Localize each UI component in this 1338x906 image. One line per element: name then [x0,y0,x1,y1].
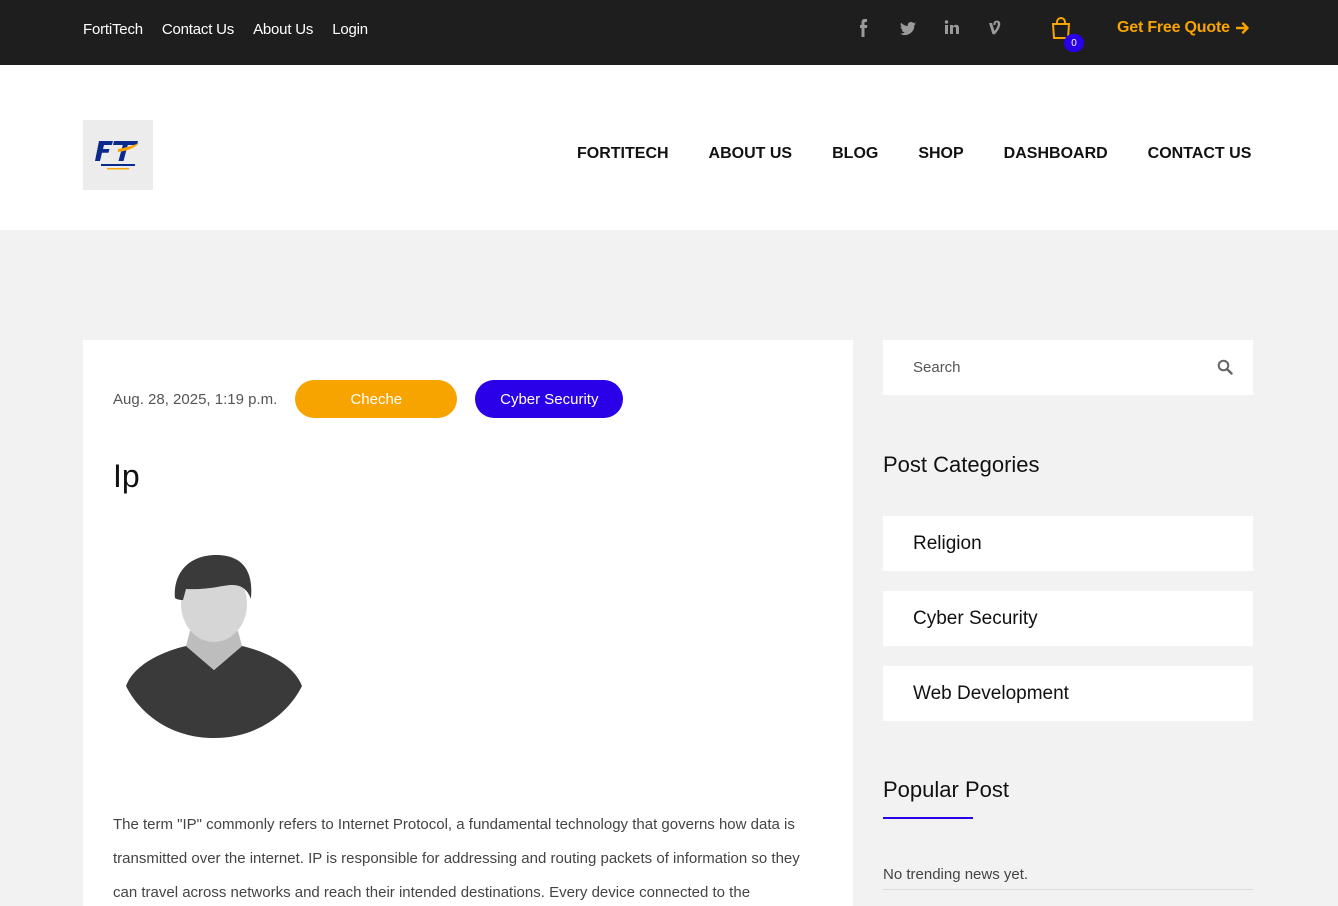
vine-icon[interactable] [987,18,1005,38]
search-input[interactable] [913,359,1203,376]
top-link-fortitech[interactable]: FortiTech [83,21,143,38]
divider [883,889,1253,890]
arrow-right-icon [1235,21,1250,35]
category-item-cyber-security[interactable]: Cyber Security [883,591,1253,646]
nav-fortitech[interactable]: FORTITECH [577,145,669,163]
site-header: FORTITECH ABOUT US BLOG SHOP DASHBOARD C… [0,65,1338,230]
cart-count-badge: 0 [1064,34,1084,52]
avatar-silhouette-icon [126,555,302,738]
post-meta: Aug. 28, 2025, 1:19 p.m. Cheche Cyber Se… [113,380,624,418]
post-card: Aug. 28, 2025, 1:19 p.m. Cheche Cyber Se… [83,340,853,906]
facebook-icon[interactable] [855,18,873,38]
main-nav: FORTITECH ABOUT US BLOG SHOP DASHBOARD C… [577,145,1251,163]
top-link-about-us[interactable]: About Us [253,21,313,38]
top-link-login[interactable]: Login [332,21,368,38]
nav-about-us[interactable]: ABOUT US [709,145,793,163]
linkedin-icon[interactable] [943,18,961,38]
search-icon[interactable] [1217,359,1233,375]
no-trending-text: No trending news yet. [883,866,1029,883]
logo-mark [95,141,139,170]
site-logo[interactable] [83,120,153,190]
popular-post-heading: Popular Post [883,777,1009,802]
category-item-religion[interactable]: Religion [883,516,1253,571]
category-tag[interactable]: Cyber Security [475,380,624,418]
nav-blog[interactable]: BLOG [832,145,878,163]
get-free-quote-link[interactable]: Get Free Quote [1117,19,1250,37]
category-list: Religion Cyber Security Web Development [883,516,1253,741]
heading-underline [883,817,973,819]
category-item-web-development[interactable]: Web Development [883,666,1253,721]
author-tag[interactable]: Cheche [295,380,458,418]
post-date: Aug. 28, 2025, 1:19 p.m. [113,390,278,408]
social-links [855,18,1005,38]
author-avatar [123,540,303,740]
twitter-icon[interactable] [899,18,917,38]
nav-shop[interactable]: SHOP [918,145,963,163]
top-links: FortiTech Contact Us About Us Login [83,0,368,58]
nav-contact-us[interactable]: CONTACT US [1148,145,1252,163]
search-box [883,340,1253,395]
top-bar: FortiTech Contact Us About Us Login 0 Ge… [0,0,1338,65]
categories-heading: Post Categories [883,452,1040,477]
post-body: The term "IP" commonly refers to Interne… [113,816,800,901]
nav-dashboard[interactable]: DASHBOARD [1004,145,1108,163]
post-title: Ip [113,458,140,494]
quote-label: Get Free Quote [1117,19,1230,36]
top-link-contact-us[interactable]: Contact Us [162,21,234,38]
